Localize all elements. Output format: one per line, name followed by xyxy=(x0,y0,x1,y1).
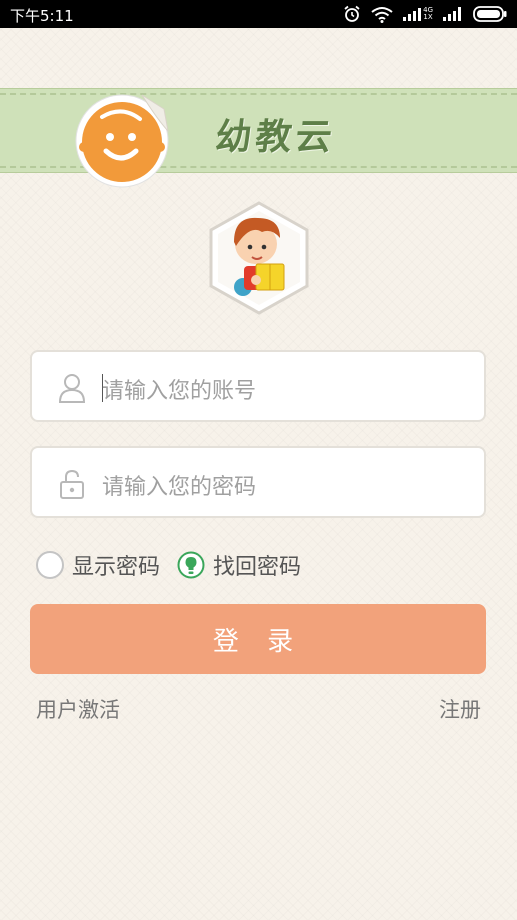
login-button-label: 登 录 xyxy=(212,626,304,657)
lightbulb-icon xyxy=(177,551,205,579)
username-field[interactable]: 请输入您的账号 xyxy=(30,350,486,422)
network-1x-label: 1X xyxy=(423,13,433,21)
wifi-icon xyxy=(371,6,393,23)
register-link[interactable]: 注册 xyxy=(439,694,481,724)
activate-user-link[interactable]: 用户激活 xyxy=(36,694,120,724)
app-title: 幼教云 xyxy=(213,116,338,158)
secondary-signal-icon xyxy=(403,8,422,21)
password-placeholder: 请输入您的密码 xyxy=(102,475,257,500)
alarm-icon xyxy=(344,5,360,22)
battery-icon xyxy=(473,6,507,22)
status-time: 下午5:11 xyxy=(10,7,74,25)
show-password-radio[interactable] xyxy=(36,551,64,579)
show-password-toggle[interactable]: 显示密码 xyxy=(36,549,160,581)
status-icons: 4G 1X xyxy=(343,4,507,24)
network-type-indicator: 4G 1X xyxy=(403,7,433,21)
user-avatar xyxy=(209,201,309,315)
find-password-link[interactable]: 找回密码 xyxy=(177,549,301,581)
app-logo-icon xyxy=(75,94,169,188)
password-field[interactable]: 请输入您的密码 xyxy=(30,446,486,518)
login-button[interactable]: 登 录 xyxy=(30,604,486,674)
show-password-label: 显示密码 xyxy=(72,555,161,580)
username-placeholder: 请输入您的账号 xyxy=(102,379,257,404)
find-password-label: 找回密码 xyxy=(213,555,302,580)
unlocked-padlock-icon xyxy=(60,469,84,499)
user-icon xyxy=(58,374,86,403)
cell-signal-icon xyxy=(443,7,461,21)
status-bar: 下午5:11 4G 1X xyxy=(0,0,517,28)
